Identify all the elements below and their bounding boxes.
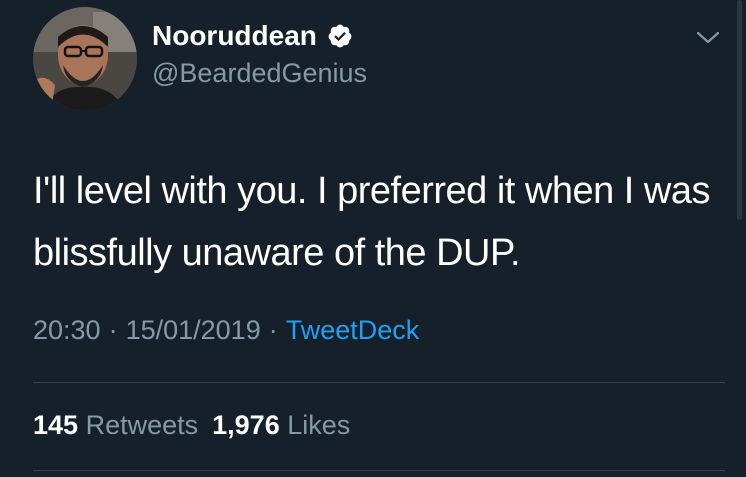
- meta-separator: ·: [268, 315, 278, 345]
- verified-badge-icon: [327, 23, 353, 49]
- retweets-label: Retweets: [85, 410, 199, 440]
- divider: [33, 470, 725, 471]
- scrollbar[interactable]: [737, 0, 742, 220]
- retweets-count: 145: [33, 410, 79, 440]
- tweet-stats: 145 Retweets 1,976 Likes: [33, 410, 364, 441]
- chevron-down-icon[interactable]: [694, 28, 722, 48]
- likes-stat[interactable]: 1,976 Likes: [212, 410, 350, 440]
- tweet-card: Nooruddean @BeardedGenius I'll level wit…: [0, 0, 746, 477]
- author-name[interactable]: Nooruddean: [152, 20, 353, 52]
- tweet-text: I'll level with you. I preferred it when…: [33, 170, 711, 274]
- tweet-date[interactable]: 15/01/2019: [126, 315, 261, 345]
- tweet-source-link[interactable]: TweetDeck: [286, 315, 420, 345]
- tweet-time[interactable]: 20:30: [33, 315, 101, 345]
- divider: [33, 382, 725, 383]
- likes-label: Likes: [287, 410, 351, 440]
- author-name-text[interactable]: Nooruddean: [152, 20, 317, 52]
- tweet-meta: 20:30 · 15/01/2019 · TweetDeck: [33, 315, 419, 346]
- meta-separator: ·: [108, 315, 118, 345]
- author-handle[interactable]: @BeardedGenius: [152, 58, 367, 89]
- likes-count: 1,976: [212, 410, 280, 440]
- retweets-stat[interactable]: 145 Retweets: [33, 410, 198, 440]
- avatar[interactable]: [33, 7, 137, 111]
